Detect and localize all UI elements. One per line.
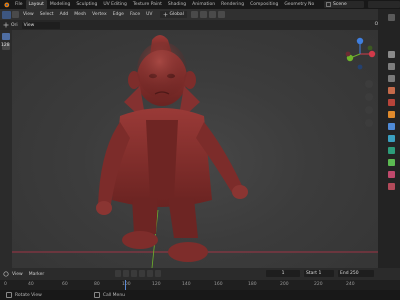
model-render	[12, 35, 378, 268]
sculpt-character	[96, 35, 248, 262]
tab-compositing[interactable]: Compositing	[247, 0, 281, 9]
ruler-tick: 160	[214, 282, 223, 287]
ruler-tick: 240	[346, 282, 355, 287]
ruler-tick: 140	[182, 282, 191, 287]
tool-settings-bar: Ori View	[0, 20, 378, 30]
orientation-label: Ori	[11, 22, 18, 28]
menu-view[interactable]: View	[20, 12, 37, 17]
camera-view-icon[interactable]	[365, 106, 373, 114]
status-rotate-view: Rotate View	[15, 292, 42, 298]
next-keyframe-icon[interactable]	[147, 270, 153, 277]
current-frame-field[interactable]: 1	[266, 270, 300, 277]
view-layer-icon[interactable]	[388, 75, 395, 82]
constraints-icon[interactable]	[388, 159, 395, 166]
proportional-edit-button[interactable]	[208, 11, 216, 18]
navigation-buttons	[365, 80, 375, 132]
frame-overlay-text: 128	[1, 43, 10, 48]
status-call-menu: Call Menu	[102, 292, 126, 298]
playhead-cursor[interactable]	[125, 280, 126, 290]
ruler-tick: 200	[280, 282, 289, 287]
tab-uv-editing[interactable]: UV Editing	[100, 0, 129, 9]
snap-button[interactable]	[199, 11, 207, 18]
play-icon[interactable]	[139, 270, 145, 277]
tool-properties-icon[interactable]	[388, 14, 395, 21]
tab-geometry-nodes[interactable]: Geometry No	[281, 0, 317, 9]
editor-type-button[interactable]	[2, 10, 11, 19]
tab-sculpting[interactable]: Sculpting	[73, 0, 100, 9]
timeline-menu-marker[interactable]: Marker	[26, 272, 48, 277]
ruler-tick: 220	[314, 282, 323, 287]
tab-animation[interactable]: Animation	[189, 0, 218, 9]
output-properties-icon[interactable]	[388, 63, 395, 70]
mouse-left-icon	[6, 292, 12, 298]
start-frame-field[interactable]: Start 1	[304, 270, 334, 277]
zoom-icon[interactable]	[365, 80, 373, 88]
scene-icon	[326, 2, 331, 7]
start-label: Start	[306, 271, 317, 276]
falloff-button[interactable]	[217, 11, 225, 18]
scene-selector[interactable]: Scene	[324, 1, 364, 8]
physics-icon[interactable]	[388, 147, 395, 154]
orientation-view-dropdown[interactable]: View	[21, 21, 60, 29]
jump-start-icon[interactable]	[115, 270, 121, 277]
texture-properties-icon[interactable]	[388, 183, 395, 190]
menu-uv[interactable]: UV	[143, 12, 155, 17]
transform-orientation-value: Global	[169, 12, 184, 17]
mode-selector[interactable]	[12, 11, 19, 18]
menu-face[interactable]: Face	[127, 12, 143, 17]
tab-modeling[interactable]: Modeling	[47, 0, 73, 9]
3d-viewport[interactable]	[12, 30, 378, 268]
grid-ortho-icon[interactable]	[365, 119, 373, 127]
menu-vertex[interactable]: Vertex	[89, 12, 109, 17]
transform-orientation-dropdown[interactable]: Global	[159, 11, 187, 18]
select-tool-icon[interactable]	[2, 33, 10, 40]
prev-keyframe-icon[interactable]	[123, 270, 129, 277]
world-properties-icon[interactable]	[388, 99, 395, 106]
tab-shading[interactable]: Shading	[165, 0, 189, 9]
ruler-tick: 100	[122, 282, 131, 287]
status-bar: Rotate View Call Menu	[0, 290, 400, 300]
tab-texture-paint[interactable]: Texture Paint	[130, 0, 165, 9]
render-properties-icon[interactable]	[388, 51, 395, 58]
ruler-tick: 180	[248, 282, 257, 287]
mouse-right-icon	[93, 292, 100, 298]
start-value: 1	[318, 271, 322, 276]
end-label: End	[340, 271, 349, 276]
timeline-ruler[interactable]: 0 40 60 80 100 120 140 160 180 200 220 2…	[0, 280, 400, 290]
play-reverse-icon[interactable]	[131, 270, 137, 277]
ruler-tick: 120	[152, 282, 161, 287]
playback-controls	[115, 270, 163, 277]
menu-select[interactable]: Select	[37, 12, 57, 17]
end-frame-field[interactable]: End 250	[338, 270, 374, 277]
tab-file[interactable]: File	[12, 0, 26, 9]
ruler-tick: 80	[94, 282, 100, 287]
properties-tab-bar	[378, 9, 400, 268]
viewport-header: View Select Add Mesh Vertex Edge Face UV…	[0, 9, 378, 20]
particles-icon[interactable]	[388, 135, 395, 142]
menu-mesh[interactable]: Mesh	[71, 12, 89, 17]
navigation-gizmo[interactable]	[342, 36, 378, 72]
left-toolbar	[0, 30, 12, 268]
timeline-menu-view[interactable]: View	[9, 272, 26, 277]
ruler-tick: 60	[62, 282, 68, 287]
tab-layout[interactable]: Layout	[25, 0, 47, 9]
orientation-icon	[163, 12, 168, 17]
menu-add[interactable]: Add	[57, 12, 72, 17]
object-properties-icon[interactable]	[388, 111, 395, 118]
jump-end-icon[interactable]	[155, 270, 161, 277]
modifier-properties-icon[interactable]	[388, 123, 395, 130]
pivot-point-button[interactable]	[190, 11, 198, 18]
end-value: 250	[350, 271, 359, 276]
scene-name: Scene	[333, 2, 347, 7]
blender-logo-icon[interactable]	[2, 1, 10, 8]
transform-icon	[3, 22, 9, 28]
ruler-tick: 0	[4, 282, 7, 287]
material-properties-icon[interactable]	[388, 171, 395, 178]
tab-rendering[interactable]: Rendering	[218, 0, 247, 9]
ruler-tick: 40	[28, 282, 34, 287]
scene-properties-icon[interactable]	[388, 87, 395, 94]
view-layer-selector[interactable]	[368, 1, 400, 8]
menu-edge[interactable]: Edge	[110, 12, 127, 17]
hand-pan-icon[interactable]	[365, 93, 373, 101]
